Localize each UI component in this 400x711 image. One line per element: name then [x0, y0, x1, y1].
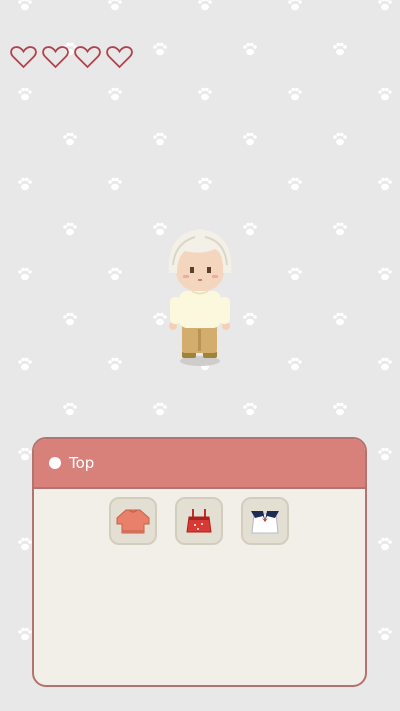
paw-print-icon	[63, 312, 77, 326]
paw-print-icon	[378, 447, 392, 461]
paw-print-icon	[288, 0, 302, 11]
paw-print-icon	[18, 0, 32, 11]
paw-print-icon	[288, 267, 302, 281]
paw-print-icon	[288, 357, 302, 371]
paw-print-icon	[18, 357, 32, 371]
paw-print-icon	[18, 447, 32, 461]
item-sweater[interactable]	[109, 497, 157, 545]
paw-print-icon	[288, 87, 302, 101]
paw-print-icon	[153, 132, 167, 146]
paw-print-icon	[243, 402, 257, 416]
health-hearts	[10, 45, 133, 69]
paw-print-icon	[63, 222, 77, 236]
paw-print-icon	[63, 132, 77, 146]
paw-print-icon	[333, 222, 347, 236]
heart-icon	[42, 46, 69, 69]
paw-print-icon	[198, 0, 212, 11]
tank-top-icon	[186, 509, 212, 533]
item-sailor-shirt[interactable]	[241, 497, 289, 545]
paw-print-icon	[18, 627, 32, 641]
header-dot-icon	[49, 457, 61, 469]
paw-print-icon	[288, 177, 302, 191]
paw-print-icon	[333, 402, 347, 416]
paw-print-icon	[243, 312, 257, 326]
paw-print-icon	[243, 222, 257, 236]
paw-print-icon	[378, 87, 392, 101]
heart-icon	[106, 46, 133, 69]
wardrobe-panel: Top	[32, 437, 367, 687]
wardrobe-category-header: Top	[34, 439, 365, 489]
paw-print-icon	[153, 402, 167, 416]
paw-print-icon	[378, 627, 392, 641]
paw-print-icon	[198, 177, 212, 191]
item-tank-top[interactable]	[175, 497, 223, 545]
paw-print-icon	[333, 312, 347, 326]
paw-print-icon	[378, 537, 392, 551]
paw-print-icon	[198, 87, 212, 101]
player-character	[168, 229, 232, 366]
sailor-shirt-icon	[251, 511, 279, 534]
paw-print-icon	[63, 402, 77, 416]
paw-print-icon	[333, 132, 347, 146]
paw-print-icon	[378, 267, 392, 281]
paw-print-icon	[378, 177, 392, 191]
paw-print-icon	[378, 0, 392, 11]
paw-print-icon	[243, 42, 257, 56]
paw-print-icon	[108, 87, 122, 101]
paw-print-icon	[108, 357, 122, 371]
paw-print-icon	[333, 42, 347, 56]
sweater-icon	[116, 509, 150, 534]
paw-print-icon	[378, 357, 392, 371]
clothing-item-list	[109, 497, 289, 545]
paw-print-icon	[108, 0, 122, 11]
paw-print-icon	[153, 42, 167, 56]
heart-icon	[74, 46, 101, 69]
paw-print-icon	[108, 267, 122, 281]
paw-print-icon	[18, 267, 32, 281]
category-title: Top	[69, 454, 95, 472]
paw-print-icon	[18, 537, 32, 551]
paw-print-icon	[18, 177, 32, 191]
paw-print-icon	[18, 87, 32, 101]
heart-icon	[10, 46, 37, 69]
paw-print-icon	[108, 177, 122, 191]
paw-print-icon	[243, 132, 257, 146]
